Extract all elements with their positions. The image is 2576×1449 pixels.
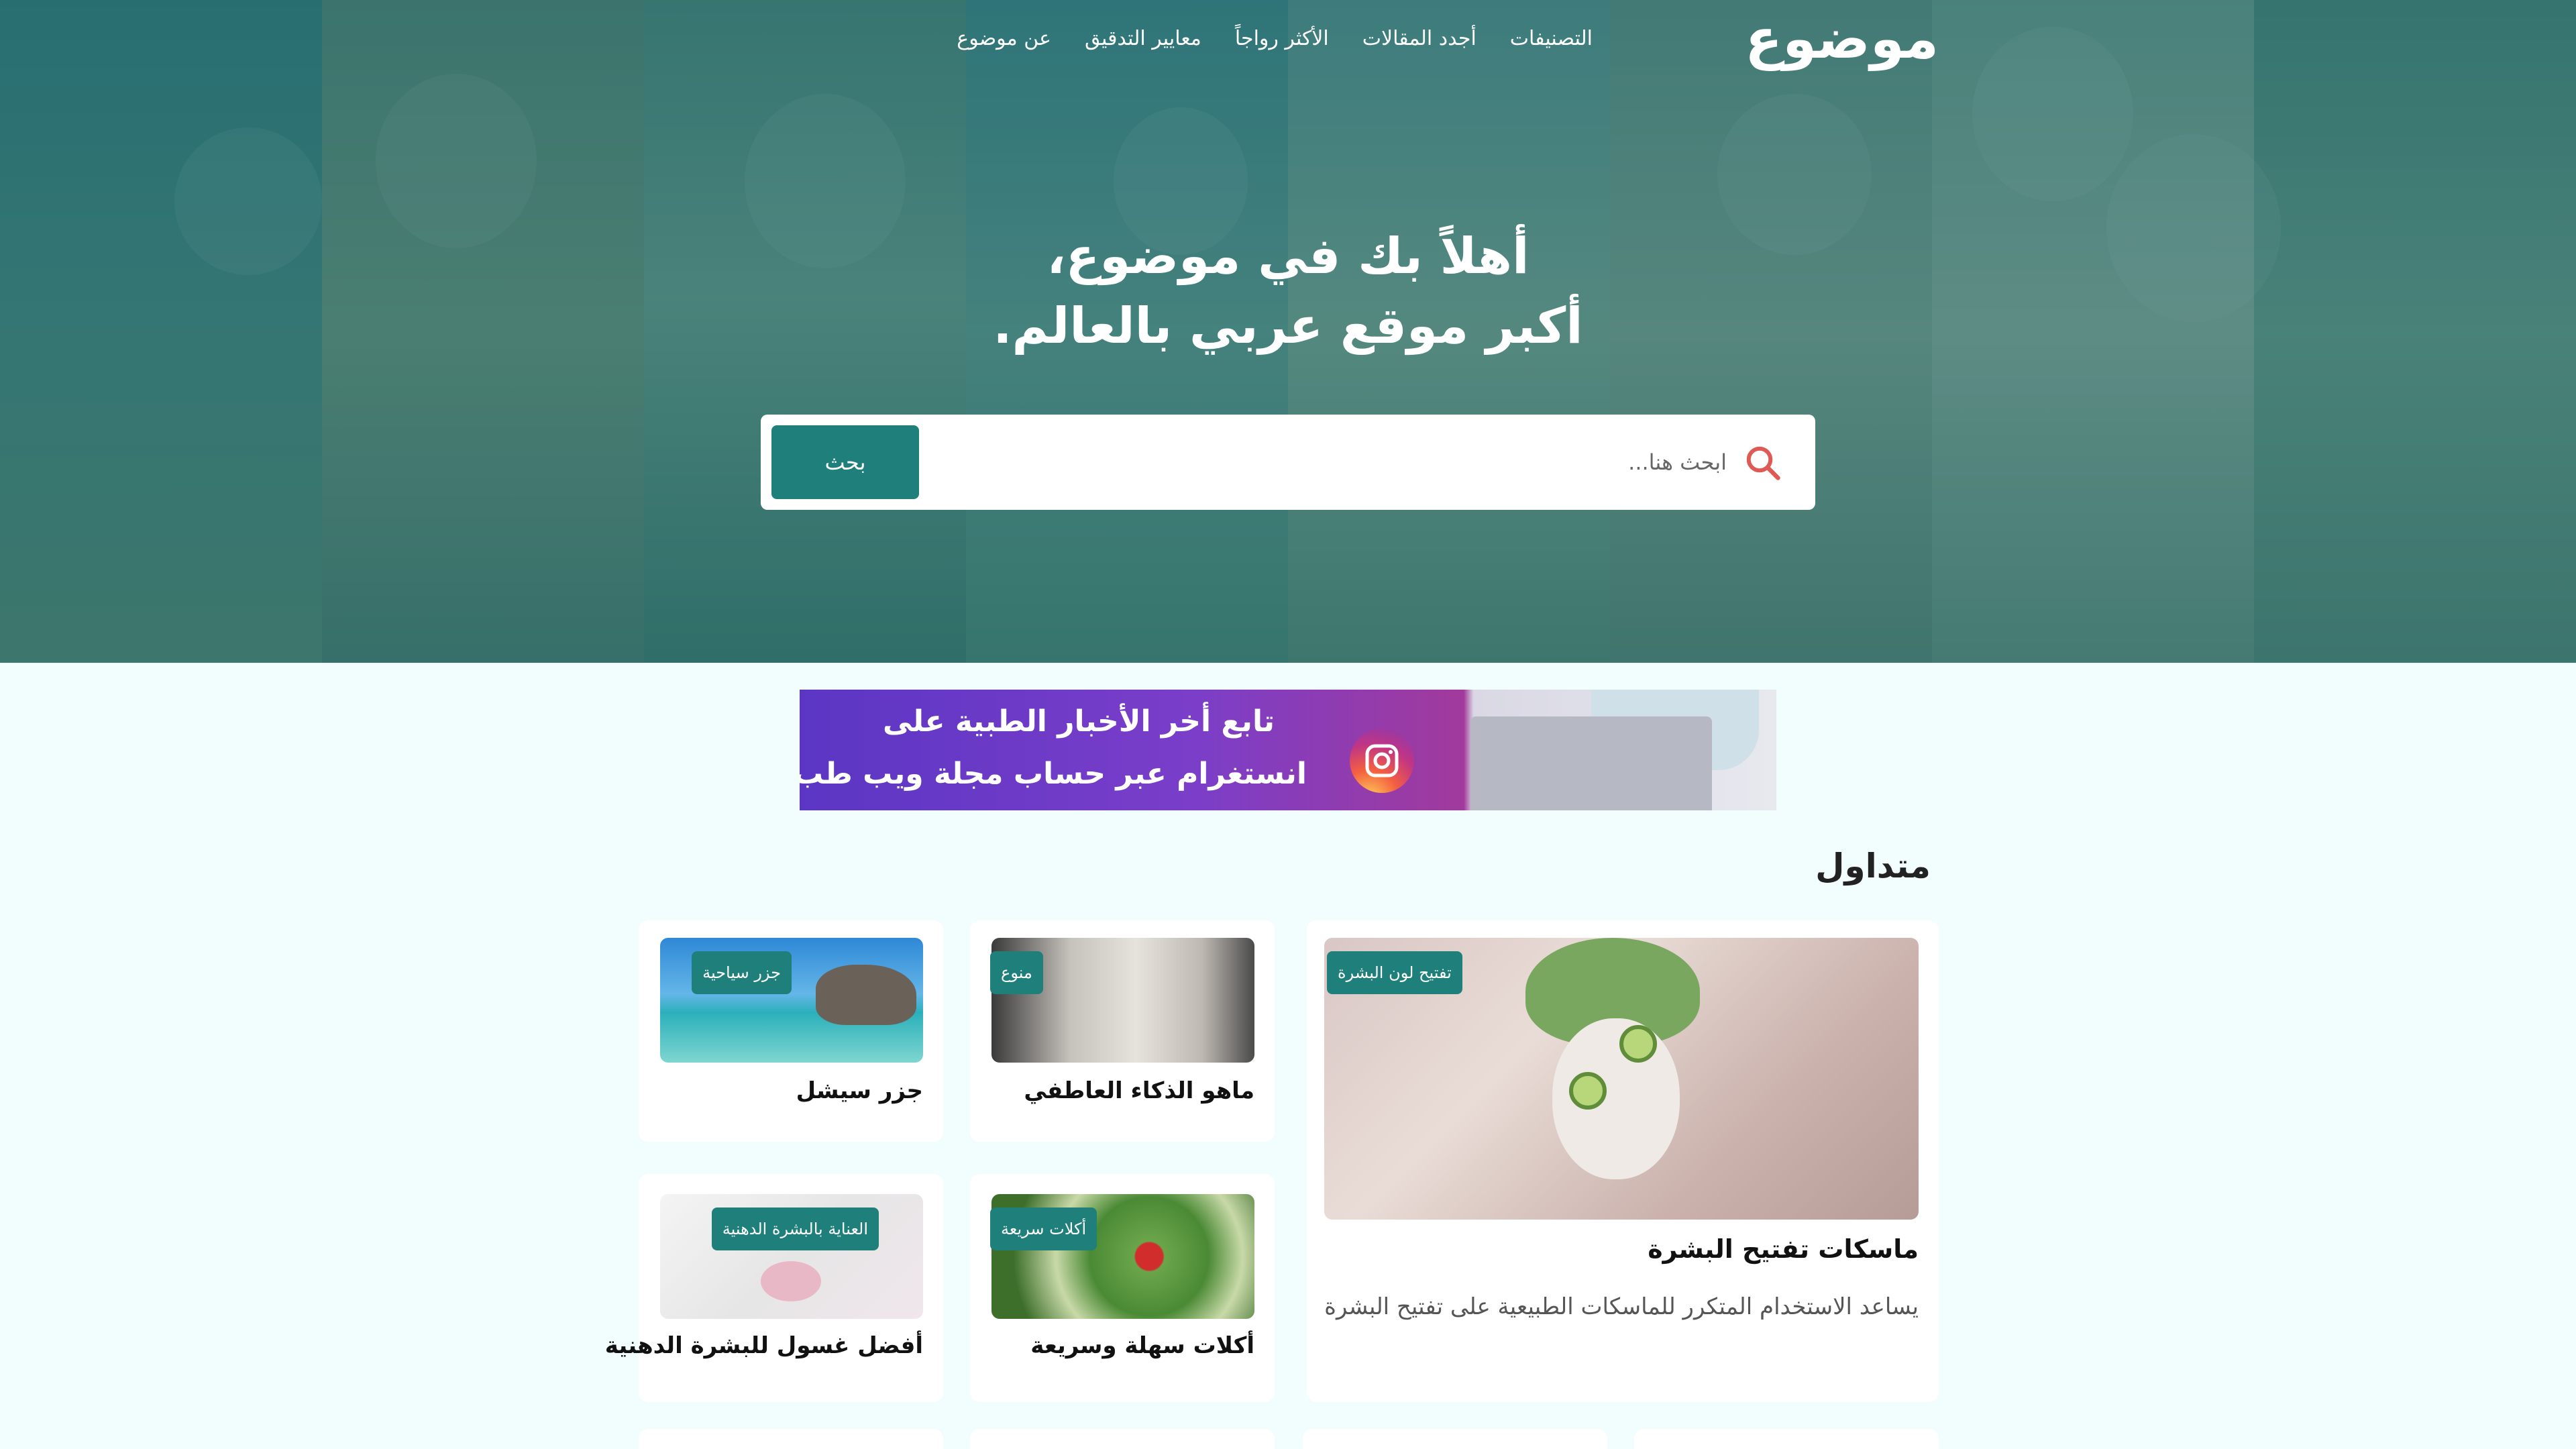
- nav-link-standards[interactable]: معايير التدقيق: [1085, 21, 1201, 56]
- article-badge[interactable]: العناية بالبشرة الدهنية: [711, 1208, 879, 1250]
- article-title[interactable]: ماهو الذكاء العاطفي: [1024, 1077, 1254, 1104]
- article-card[interactable]: العناية بالبشرة الدهنية أفضل غسول للبشرة…: [605, 1174, 943, 1402]
- site-logo[interactable]: موضوع: [1745, 9, 1939, 70]
- ad-banner[interactable]: تابع أخر الأخبار الطبية على انستغرام عبر…: [800, 690, 1776, 810]
- article-card[interactable]: جزر سياحية جزر سيشل: [639, 920, 943, 1142]
- hand-shape: [761, 1261, 821, 1301]
- featured-article-description: يساعد الاستخدام المتكرر للماسكات الطبيعي…: [1324, 1293, 1919, 1320]
- nav-links: التصنيفات أجدد المقالات الأكثر رواجاً مع…: [957, 21, 1593, 56]
- rock-shape: [816, 965, 916, 1025]
- search-box: بحث: [761, 415, 1815, 510]
- instagram-icon: [1350, 729, 1414, 793]
- article-badge[interactable]: منوع: [990, 951, 1043, 994]
- top-navigation: موضوع التصنيفات أجدد المقالات الأكثر روا…: [0, 0, 2576, 79]
- cucumber-shape: [1569, 1072, 1607, 1110]
- hero-title: أهلاً بك في موضوع، أكبر موقع عربي بالعال…: [0, 221, 2576, 361]
- article-title[interactable]: جزر سيشل: [796, 1077, 923, 1104]
- trending-title: متداول: [1815, 847, 1931, 885]
- nav-link-categories[interactable]: التصنيفات: [1510, 21, 1593, 56]
- nav-link-trending[interactable]: الأكثر رواجاً: [1235, 21, 1329, 56]
- ad-text-line1: تابع أخر الأخبار الطبية على: [882, 704, 1275, 739]
- article-title[interactable]: أفضل غسول للبشرة الدهنية: [605, 1332, 923, 1359]
- featured-article-card[interactable]: تفتيح لون البشرة ماسكات تفتيح البشرة يسا…: [1307, 920, 1939, 1402]
- nav-link-about[interactable]: عن موضوع: [957, 21, 1051, 56]
- article-card[interactable]: منوع ماهو الذكاء العاطفي: [970, 920, 1275, 1142]
- article-card-partial[interactable]: [639, 1429, 943, 1449]
- article-badge[interactable]: أكلات سريعة: [990, 1208, 1097, 1250]
- search-input[interactable]: [989, 435, 1727, 490]
- featured-article-badge[interactable]: تفتيح لون البشرة: [1327, 951, 1462, 994]
- article-badge[interactable]: جزر سياحية: [692, 951, 792, 994]
- article-card-partial[interactable]: [970, 1429, 1275, 1449]
- ad-text-line2: انستغرام عبر حساب مجلة ويب طب: [800, 757, 1307, 791]
- article-card[interactable]: أكلات سريعة أكلات سهلة وسريعة: [970, 1174, 1275, 1402]
- article-title[interactable]: أكلات سهلة وسريعة: [1030, 1332, 1254, 1359]
- ad-laptop-image: [1470, 716, 1712, 810]
- hero-section: موضوع التصنيفات أجدد المقالات الأكثر روا…: [0, 0, 2576, 663]
- hero-title-line1: أهلاً بك في موضوع،: [1046, 227, 1529, 285]
- cucumber-shape: [1619, 1025, 1657, 1063]
- featured-article-title[interactable]: ماسكات تفتيح البشرة: [1648, 1234, 1919, 1264]
- article-card-partial[interactable]: [1634, 1429, 1939, 1449]
- article-card-partial[interactable]: [1303, 1429, 1607, 1449]
- nav-link-latest[interactable]: أجدد المقالات: [1362, 21, 1477, 56]
- hero-title-line2: أكبر موقع عربي بالعالم.: [993, 297, 1583, 355]
- search-icon[interactable]: [1743, 443, 1783, 483]
- search-button[interactable]: بحث: [771, 425, 919, 499]
